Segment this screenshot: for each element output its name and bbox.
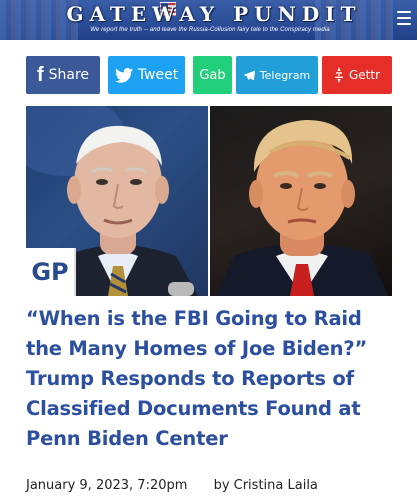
twitter-bird-icon	[114, 67, 133, 83]
telegram-plane-icon	[243, 70, 255, 80]
gettr-share-button[interactable]: Gettr	[322, 56, 392, 94]
share-bar: f Share Tweet Gab Telegram Gettr	[0, 56, 417, 94]
article-featured-image[interactable]: GP	[26, 106, 392, 296]
trump-photo	[210, 106, 392, 296]
facebook-share-button[interactable]: f Share	[26, 56, 100, 94]
twitter-share-label: Tweet	[137, 67, 179, 83]
article-meta: January 9, 2023, 7:20pm by Cristina Lail…	[26, 478, 318, 493]
site-tagline: We report the truth -- and leave the Rus…	[90, 27, 330, 33]
hamburger-menu-icon[interactable]	[397, 11, 411, 25]
article-date: January 9, 2023, 7:20pm	[26, 478, 188, 493]
gettr-icon	[334, 67, 344, 83]
telegram-share-label: Telegram	[259, 68, 311, 82]
article-title[interactable]: “When is the FBI Going to Raid the Many …	[26, 304, 396, 454]
gp-logo-badge: GP	[26, 248, 76, 296]
gab-share-label: Gab	[199, 67, 226, 83]
site-header: GATEWAY PUNDIT We report the truth -- an…	[0, 0, 417, 40]
gettr-share-label: Gettr	[348, 68, 381, 82]
twitter-share-button[interactable]: Tweet	[108, 56, 185, 94]
gab-share-button[interactable]: Gab	[193, 56, 232, 94]
article-byline[interactable]: by Cristina Laila	[214, 478, 318, 493]
site-logo[interactable]: GATEWAY PUNDIT	[64, 2, 364, 26]
facebook-share-label: Share	[48, 67, 90, 83]
telegram-share-button[interactable]: Telegram	[236, 56, 318, 94]
facebook-icon: f	[36, 64, 44, 86]
